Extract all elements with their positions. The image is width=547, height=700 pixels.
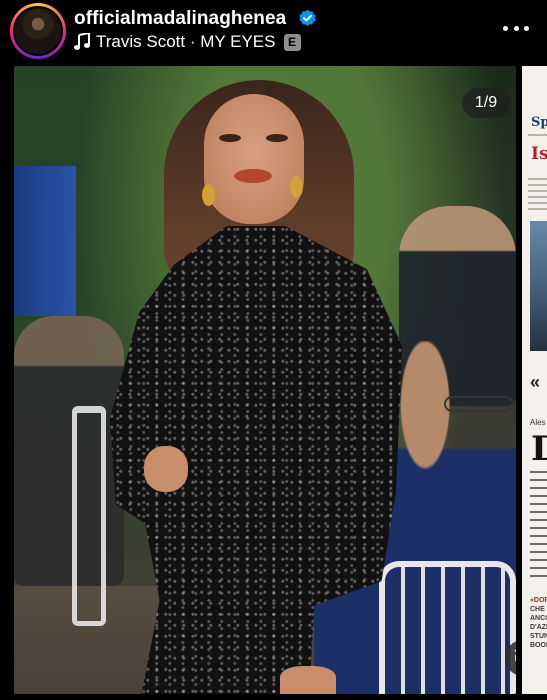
newspaper-text-line [528,184,547,186]
more-options-button[interactable] [503,18,529,38]
newspaper-quote-marks: « [530,372,541,392]
newspaper-text-line [530,575,547,577]
more-dots-icon [513,25,519,31]
subject-eye [219,134,241,142]
newspaper-text-line [528,190,547,192]
background-guest-left [14,316,124,586]
newspaper-drop-cap: D [531,429,547,469]
post-photo[interactable]: 1/9 [14,66,516,694]
media-carousel[interactable]: 1/9 Spo Ise « Ales D [0,66,547,700]
username[interactable]: officialmadalinaghenea [74,8,286,30]
newspaper-footer-line: ANCO [530,615,547,622]
newspaper-footer-line: STUN [530,633,547,640]
newspaper-text-line [528,196,547,198]
newspaper-text-line [530,551,547,553]
newspaper-text-line [528,202,547,204]
newspaper-rule [528,134,547,136]
subject-hand [280,666,336,694]
newspaper-headline: Ise [531,144,547,164]
newspaper-text-line [530,559,547,561]
newspaper-text-line [530,479,547,481]
audio-track-label[interactable]: Travis Scott · MY EYES [96,32,276,52]
newspaper-footer-line: «DOP [530,597,547,604]
instagram-post: officialmadalinaghenea Travis Scott · MY… [0,0,547,700]
audio-attribution[interactable]: Travis Scott · MY EYES E [74,32,301,52]
newspaper-text-line [530,527,547,529]
newspaper-footer-line: BOOK [530,642,547,649]
newspaper-photo [530,221,547,351]
newspaper-text-line [530,487,547,489]
subject-hand [144,446,188,492]
newspaper-byline: Ales [530,418,546,427]
story-ring[interactable] [10,3,66,59]
verified-badge-icon [299,9,316,26]
newspaper-footer-quote: «DOP CHE F ANCO D'AZI STUN BOOK [530,596,547,650]
subject-earring [290,176,303,198]
music-note-icon [74,33,90,50]
newspaper-footer-line: CHE F [530,606,547,613]
newspaper-text-line [530,495,547,497]
more-dots-icon [503,25,508,31]
speaker-muted-icon [514,649,516,662]
carousel-counter: 1/9 [462,88,510,118]
post-header: officialmadalinaghenea Travis Scott · MY… [0,0,547,64]
subject-lips [234,169,272,183]
newspaper-text-line [528,208,547,210]
background-glasses [444,396,514,412]
background-chair-right [379,561,516,694]
newspaper-text-line [530,567,547,569]
newspaper-footer-line: D'AZI [530,624,547,631]
newspaper-section-title: Spo [531,115,547,130]
subject-earring [202,184,215,206]
avatar[interactable] [13,6,63,56]
newspaper-text-line [530,511,547,513]
newspaper-text-line [530,471,547,473]
newspaper-text-line [530,543,547,545]
subject-face [204,94,304,224]
subject-eye [266,134,288,142]
newspaper-text-line [530,535,547,537]
more-dots-icon [524,25,529,31]
newspaper-text-line [530,519,547,521]
explicit-badge: E [283,33,301,51]
newspaper-text-line [528,178,547,180]
next-slide-preview[interactable]: Spo Ise « Ales D [522,66,547,694]
background-chair-left [72,406,106,626]
newspaper-text-line [530,503,547,505]
background-blue-truck [14,166,76,316]
